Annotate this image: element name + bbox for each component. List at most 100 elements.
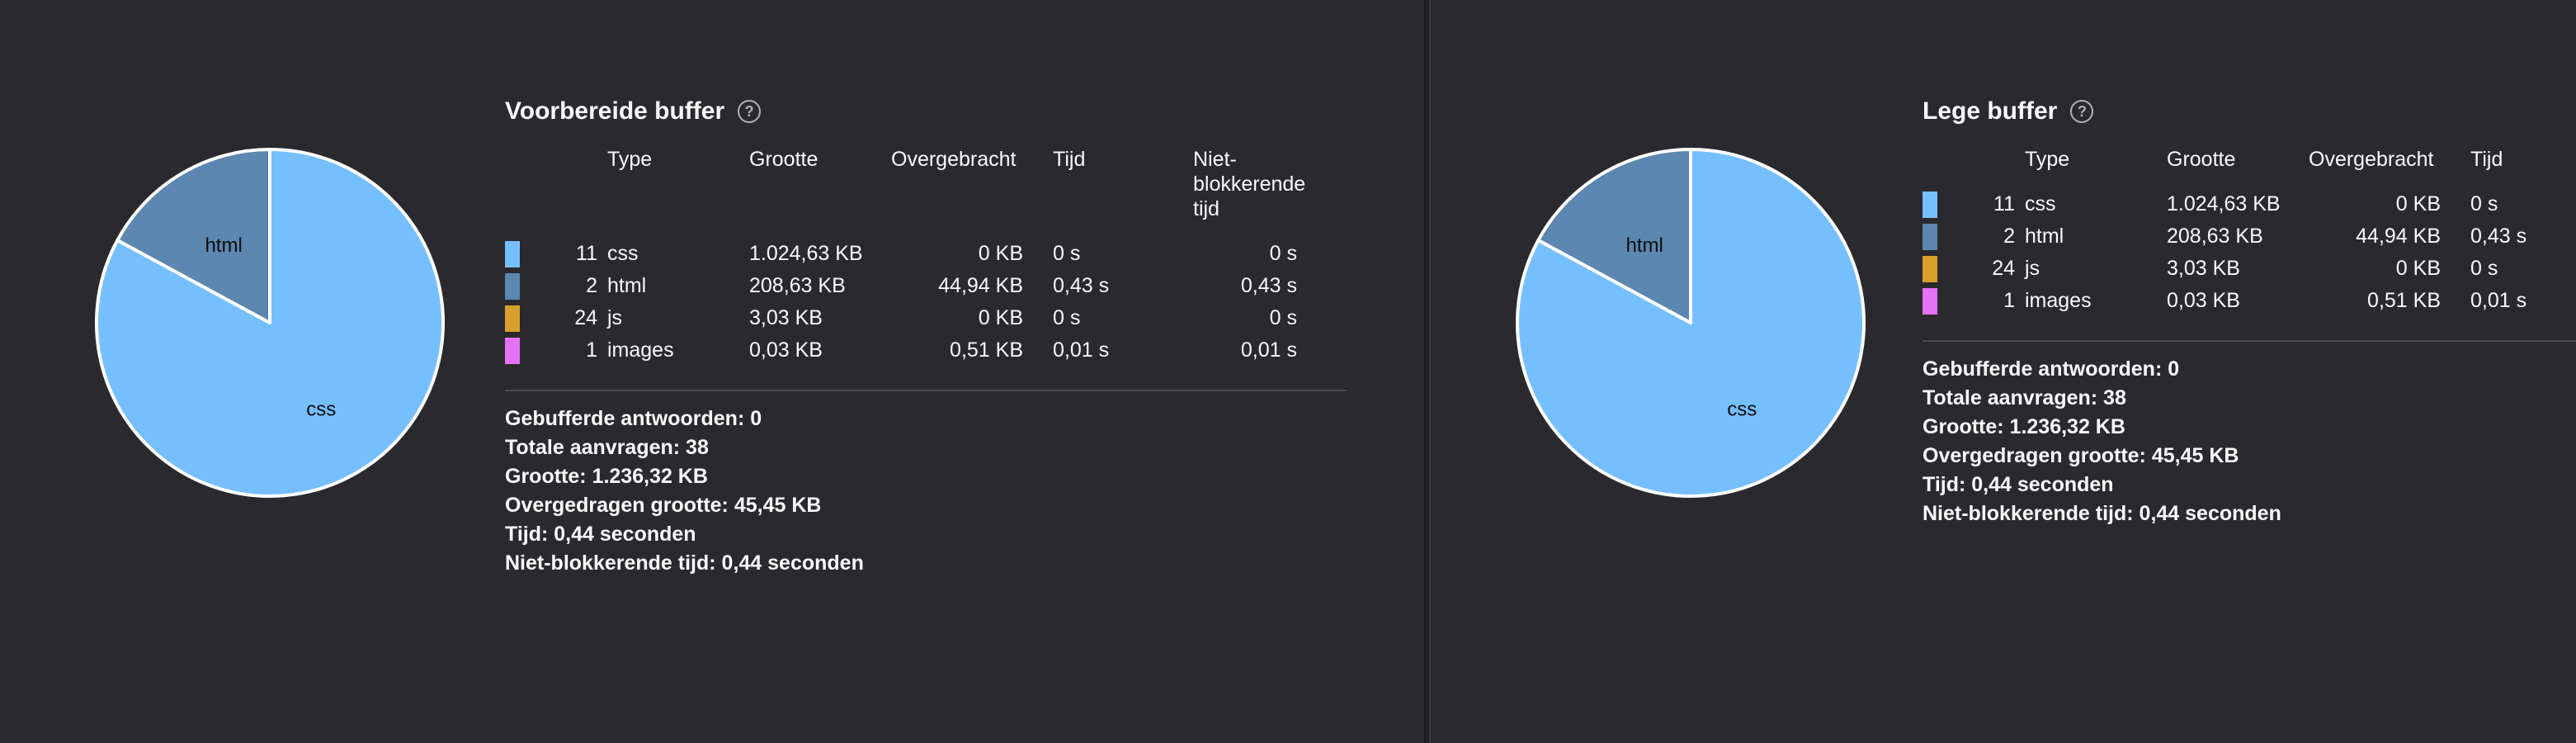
empty-cache-pie-chart: html css bbox=[1516, 148, 1866, 498]
stat-transferred-size: Overgedragen grootte: 45,45 KB bbox=[1923, 444, 2239, 467]
row-transferred: 0,51 KB bbox=[2367, 289, 2441, 312]
swatch-css bbox=[505, 241, 520, 268]
swatch-js bbox=[1923, 256, 1937, 283]
primed-cache-panel: html css Voorbereide buffer ? Type Groot… bbox=[0, 0, 1424, 743]
row-size: 208,63 KB bbox=[2167, 225, 2263, 248]
row-nonblocking: 0 s bbox=[1269, 306, 1297, 329]
row-nonblocking: 0,43 s bbox=[1240, 274, 1297, 297]
row-count: 24 bbox=[1992, 257, 2015, 280]
row-transferred: 0 KB bbox=[2395, 257, 2441, 280]
row-count: 2 bbox=[586, 274, 597, 297]
stat-nonblocking-time: Niet-blokkerende tijd: 0,44 seconden bbox=[1923, 502, 2281, 525]
help-icon[interactable]: ? bbox=[738, 100, 762, 123]
row-transferred: 0 KB bbox=[978, 306, 1023, 329]
row-transferred: 0,51 KB bbox=[950, 338, 1023, 362]
col-header-type: Type bbox=[2025, 148, 2070, 171]
col-header-size: Grootte bbox=[749, 148, 819, 171]
primed-cache-pie-chart: html css bbox=[95, 148, 445, 498]
primed-cache-details: Voorbereide buffer ? Type Grootte Overge… bbox=[505, 92, 1347, 578]
row-time: 0 s bbox=[1053, 242, 1081, 265]
swatch-images bbox=[1923, 288, 1937, 315]
row-type: js bbox=[607, 306, 623, 329]
table-row: 2 html 208,63 KB 44,94 KB 0,43 s 0,43 s bbox=[505, 270, 1327, 302]
row-nonblocking: 0 s bbox=[1269, 242, 1297, 265]
col-header-transferred: Overgebracht bbox=[2309, 148, 2434, 171]
row-size: 0,03 KB bbox=[2167, 289, 2240, 312]
summary-stats: Gebufferde antwoorden: 0 Totale aanvrage… bbox=[505, 405, 1347, 578]
row-type: images bbox=[2025, 289, 2092, 312]
stat-cached-responses: Gebufferde antwoorden: 0 bbox=[1923, 357, 2180, 381]
row-size: 3,03 KB bbox=[2167, 257, 2240, 280]
divider-line bbox=[505, 390, 1347, 391]
stat-total-requests: Totale aanvragen: 38 bbox=[1923, 386, 2126, 409]
col-header-size: Grootte bbox=[2167, 148, 2236, 171]
table-row: 11 css 1.024,63 KB 0 KB 0 s bbox=[1923, 188, 2576, 220]
help-icon[interactable]: ? bbox=[2070, 100, 2094, 123]
swatch-images bbox=[505, 338, 520, 365]
row-transferred: 0 KB bbox=[2395, 192, 2441, 215]
row-type: css bbox=[607, 242, 639, 265]
pie-label-html: html bbox=[1625, 234, 1663, 257]
stat-nonblocking-time: Niet-blokkerende tijd: 0,44 seconden bbox=[505, 551, 864, 575]
stat-total-requests: Totale aanvragen: 38 bbox=[505, 436, 709, 459]
swatch-html bbox=[505, 273, 520, 301]
table-row: 11 css 1.024,63 KB 0 KB 0 s 0 s bbox=[505, 238, 1327, 270]
col-header-time: Tijd bbox=[2470, 148, 2503, 171]
row-size: 208,63 KB bbox=[749, 274, 846, 297]
row-transferred: 0 KB bbox=[978, 242, 1023, 265]
swatch-css bbox=[1923, 192, 1937, 219]
row-size: 3,03 KB bbox=[749, 306, 823, 329]
panel-title: Voorbereide buffer bbox=[505, 97, 725, 125]
row-count: 1 bbox=[586, 338, 597, 362]
row-count: 1 bbox=[2003, 289, 2015, 312]
pie-label-css: css bbox=[306, 399, 336, 421]
swatch-js bbox=[505, 305, 520, 333]
row-time: 0,43 s bbox=[2470, 225, 2527, 248]
row-transferred: 44,94 KB bbox=[938, 274, 1023, 297]
panel-splitter[interactable] bbox=[1424, 0, 1431, 743]
table-row: 24 js 3,03 KB 0 KB 0 s 0 s bbox=[505, 302, 1327, 334]
row-time: 0,01 s bbox=[1053, 338, 1110, 362]
empty-cache-panel: html css Lege buffer ? Type Grootte Over… bbox=[1431, 0, 2576, 743]
empty-cache-details: Lege buffer ? Type Grootte Overgebracht … bbox=[1923, 92, 2576, 528]
stat-cached-responses: Gebufferde antwoorden: 0 bbox=[505, 407, 762, 430]
row-transferred: 44,94 KB bbox=[2356, 225, 2441, 248]
panel-title: Lege buffer bbox=[1923, 97, 2058, 125]
row-count: 2 bbox=[2003, 225, 2015, 248]
stat-time: Tijd: 0,44 seconden bbox=[505, 523, 696, 546]
row-type: html bbox=[607, 274, 647, 297]
row-time: 0 s bbox=[2470, 192, 2498, 215]
col-header-type: Type bbox=[607, 148, 653, 171]
table-row: 1 images 0,03 KB 0,51 KB 0,01 s 0,01 s bbox=[505, 334, 1327, 367]
stat-size: Grootte: 1.236,32 KB bbox=[1923, 415, 2125, 438]
row-size: 0,03 KB bbox=[749, 338, 823, 362]
row-time: 0 s bbox=[1053, 306, 1081, 329]
col-header-time: Tijd bbox=[1053, 148, 1086, 171]
divider-line bbox=[1923, 340, 2576, 342]
row-time: 0,01 s bbox=[2470, 289, 2527, 312]
col-header-transferred: Overgebracht bbox=[891, 148, 1017, 171]
stat-time: Tijd: 0,44 seconden bbox=[1923, 473, 2114, 496]
table-row: 2 html 208,63 KB 44,94 KB 0,43 s bbox=[1923, 220, 2576, 253]
stat-transferred-size: Overgedragen grootte: 45,45 KB bbox=[505, 494, 822, 517]
row-size: 1.024,63 KB bbox=[2167, 192, 2281, 215]
row-count: 11 bbox=[1993, 192, 2015, 215]
row-count: 11 bbox=[576, 242, 597, 265]
swatch-html bbox=[1923, 224, 1937, 251]
row-size: 1.024,63 KB bbox=[749, 242, 863, 265]
pie-label-html: html bbox=[205, 234, 242, 257]
row-time: 0,43 s bbox=[1053, 274, 1110, 297]
table-row: 24 js 3,03 KB 0 KB 0 s bbox=[1923, 253, 2576, 285]
row-time: 0 s bbox=[2470, 257, 2498, 280]
row-type: css bbox=[2025, 192, 2056, 215]
row-type: html bbox=[2025, 225, 2064, 248]
row-count: 24 bbox=[574, 306, 597, 329]
summary-table: Type Grootte Overgebracht Tijd 11 css 1.… bbox=[1923, 147, 2576, 317]
stat-size: Grootte: 1.236,32 KB bbox=[505, 465, 708, 488]
table-row: 1 images 0,03 KB 0,51 KB 0,01 s bbox=[1923, 285, 2576, 317]
summary-stats: Gebufferde antwoorden: 0 Totale aanvrage… bbox=[1923, 355, 2576, 528]
summary-table: Type Grootte Overgebracht Tijd Niet-blok… bbox=[505, 147, 1327, 367]
row-type: images bbox=[607, 338, 674, 362]
pie-label-css: css bbox=[1727, 399, 1757, 421]
row-type: js bbox=[2025, 257, 2041, 280]
